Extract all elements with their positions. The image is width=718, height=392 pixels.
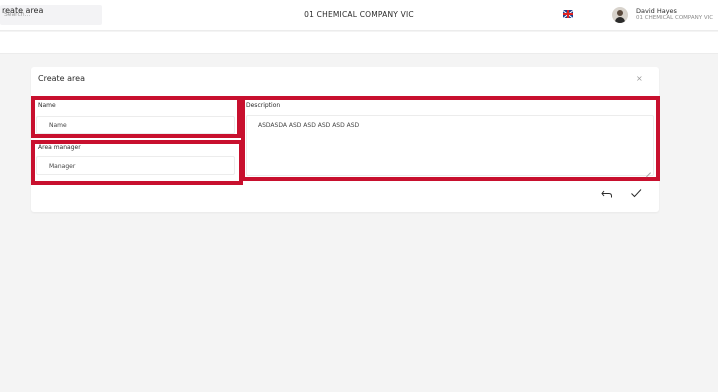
description-label: Description [246,102,281,109]
name-label: Name [38,102,56,109]
area-manager-label: Area manager [38,144,81,151]
description-textarea[interactable]: ASDASDA ASD ASD ASD ASD ASD [246,115,654,176]
top-bar: Search... [0,0,718,31]
user-name[interactable]: David Hayes [636,7,677,15]
description-text: ASDASDA ASD ASD ASD ASD ASD [258,122,360,129]
resize-handle-icon[interactable] [645,167,651,173]
uk-flag-icon[interactable] [563,10,573,18]
card-title: Create area [38,74,85,83]
name-input[interactable]: Name [36,116,235,134]
breadcrumb-bar [0,32,718,54]
close-icon[interactable]: × [636,74,643,83]
avatar[interactable] [612,7,628,23]
page-title: reate area [2,6,44,15]
check-icon[interactable] [629,185,643,199]
undo-icon[interactable] [600,186,614,200]
user-company: 01 CHEMICAL COMPANY VIC [636,15,714,21]
area-manager-select[interactable]: Manager [36,156,235,175]
